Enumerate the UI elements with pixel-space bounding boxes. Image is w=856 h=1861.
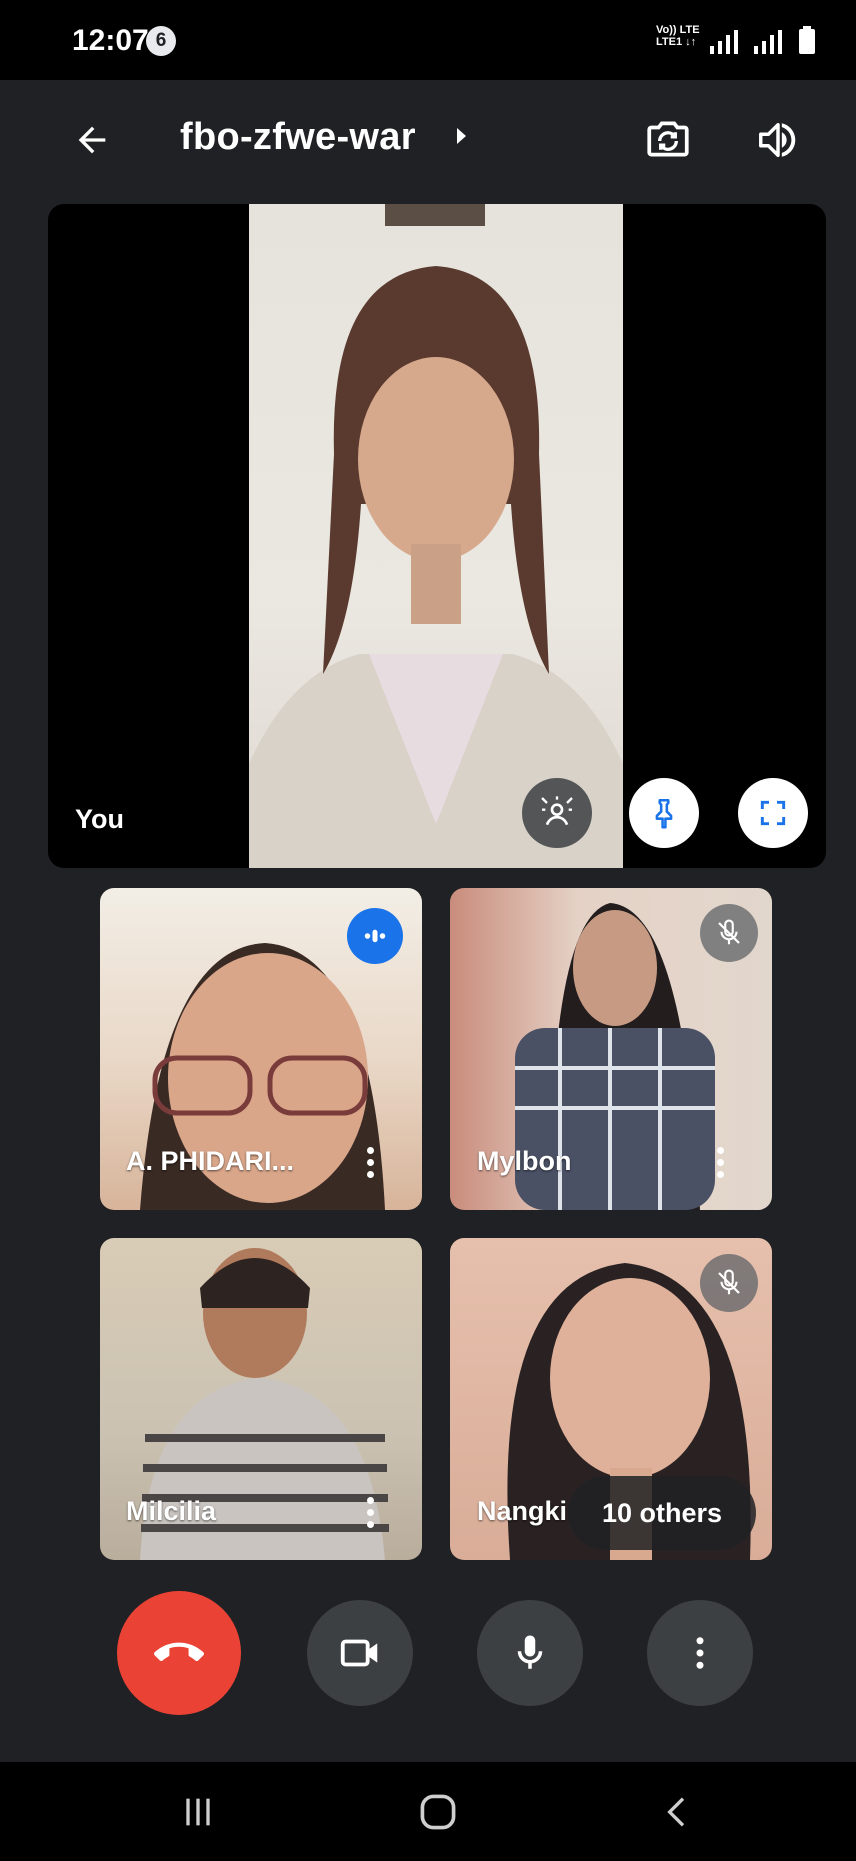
participant-name: Nangki xyxy=(477,1496,568,1526)
background-effects-button[interactable] xyxy=(522,778,592,848)
camera-toggle-button[interactable] xyxy=(307,1600,413,1706)
network-label-top: Vo)) LTE xyxy=(656,24,700,36)
self-tile-label: You xyxy=(75,804,124,834)
more-vert-icon xyxy=(696,1637,704,1669)
more-options-button[interactable] xyxy=(647,1600,753,1706)
self-video-tile[interactable]: You xyxy=(48,204,826,868)
network-label-bottom: LTE1 ↓↑ xyxy=(656,36,697,48)
participant-tile[interactable]: A. PHIDARI... xyxy=(100,888,422,1210)
audio-output-button[interactable] xyxy=(744,106,812,174)
battery-icon xyxy=(799,26,815,54)
switch-camera-button[interactable] xyxy=(634,106,702,174)
chevron-left-icon xyxy=(667,1796,685,1827)
participant-name: A. PHIDARI... xyxy=(126,1146,295,1176)
background-effects-icon xyxy=(541,796,573,826)
system-back-button[interactable] xyxy=(618,1762,738,1861)
status-time: 12:07 xyxy=(72,24,149,57)
fullscreen-button[interactable] xyxy=(738,778,808,848)
recent-apps-button[interactable] xyxy=(138,1762,258,1861)
call-controls xyxy=(0,1591,856,1730)
participant-tile[interactable]: Milcilia xyxy=(100,1238,422,1560)
status-bar: 12:07 6 Vo)) LTE LTE1 ↓↑ xyxy=(0,0,856,80)
fullscreen-icon xyxy=(760,800,786,826)
status-icons xyxy=(710,26,816,54)
participant-name: Mylbon xyxy=(477,1146,572,1176)
others-count-chip[interactable]: 10 others xyxy=(568,1476,756,1550)
microphone-icon xyxy=(517,1635,543,1669)
meeting-code-title[interactable]: fbo-zfwe-war xyxy=(180,116,416,159)
mic-off-icon xyxy=(718,1269,740,1295)
audio-level-icon xyxy=(364,929,386,943)
back-button[interactable] xyxy=(60,108,124,172)
signal-icon xyxy=(710,30,738,54)
back-arrow-icon xyxy=(78,126,106,154)
meeting-top-bar: fbo-zfwe-war xyxy=(0,80,856,200)
network-type-indicator: Vo)) LTE LTE1 ↓↑ xyxy=(656,24,700,48)
pin-icon xyxy=(655,798,673,829)
notification-count-badge: 6 xyxy=(146,26,176,56)
home-icon xyxy=(420,1794,456,1829)
self-video-feed xyxy=(249,204,623,868)
recent-apps-icon xyxy=(186,1798,210,1825)
muted-indicator xyxy=(700,1254,758,1312)
participant-tile[interactable]: Mylbon xyxy=(450,888,772,1210)
caret-right-icon[interactable] xyxy=(457,128,466,144)
participant-menu-button[interactable] xyxy=(357,1488,383,1536)
home-button[interactable] xyxy=(378,1762,498,1861)
participant-menu-button[interactable] xyxy=(357,1138,383,1186)
pin-button[interactable] xyxy=(629,778,699,848)
muted-indicator xyxy=(700,904,758,962)
participant-name: Milcilia xyxy=(126,1496,217,1526)
mic-off-icon xyxy=(718,919,740,945)
hang-up-icon xyxy=(154,1642,204,1662)
switch-camera-icon xyxy=(647,121,689,157)
speaker-icon xyxy=(759,122,796,158)
end-call-button[interactable] xyxy=(117,1591,241,1715)
participant-silhouette xyxy=(249,204,623,868)
signal-icon-sim2 xyxy=(754,30,782,54)
video-camera-icon xyxy=(340,1639,378,1667)
microphone-toggle-button[interactable] xyxy=(477,1600,583,1706)
participant-menu-button[interactable] xyxy=(707,1138,733,1186)
system-navigation-bar xyxy=(0,1762,856,1861)
speaking-indicator xyxy=(347,908,403,964)
